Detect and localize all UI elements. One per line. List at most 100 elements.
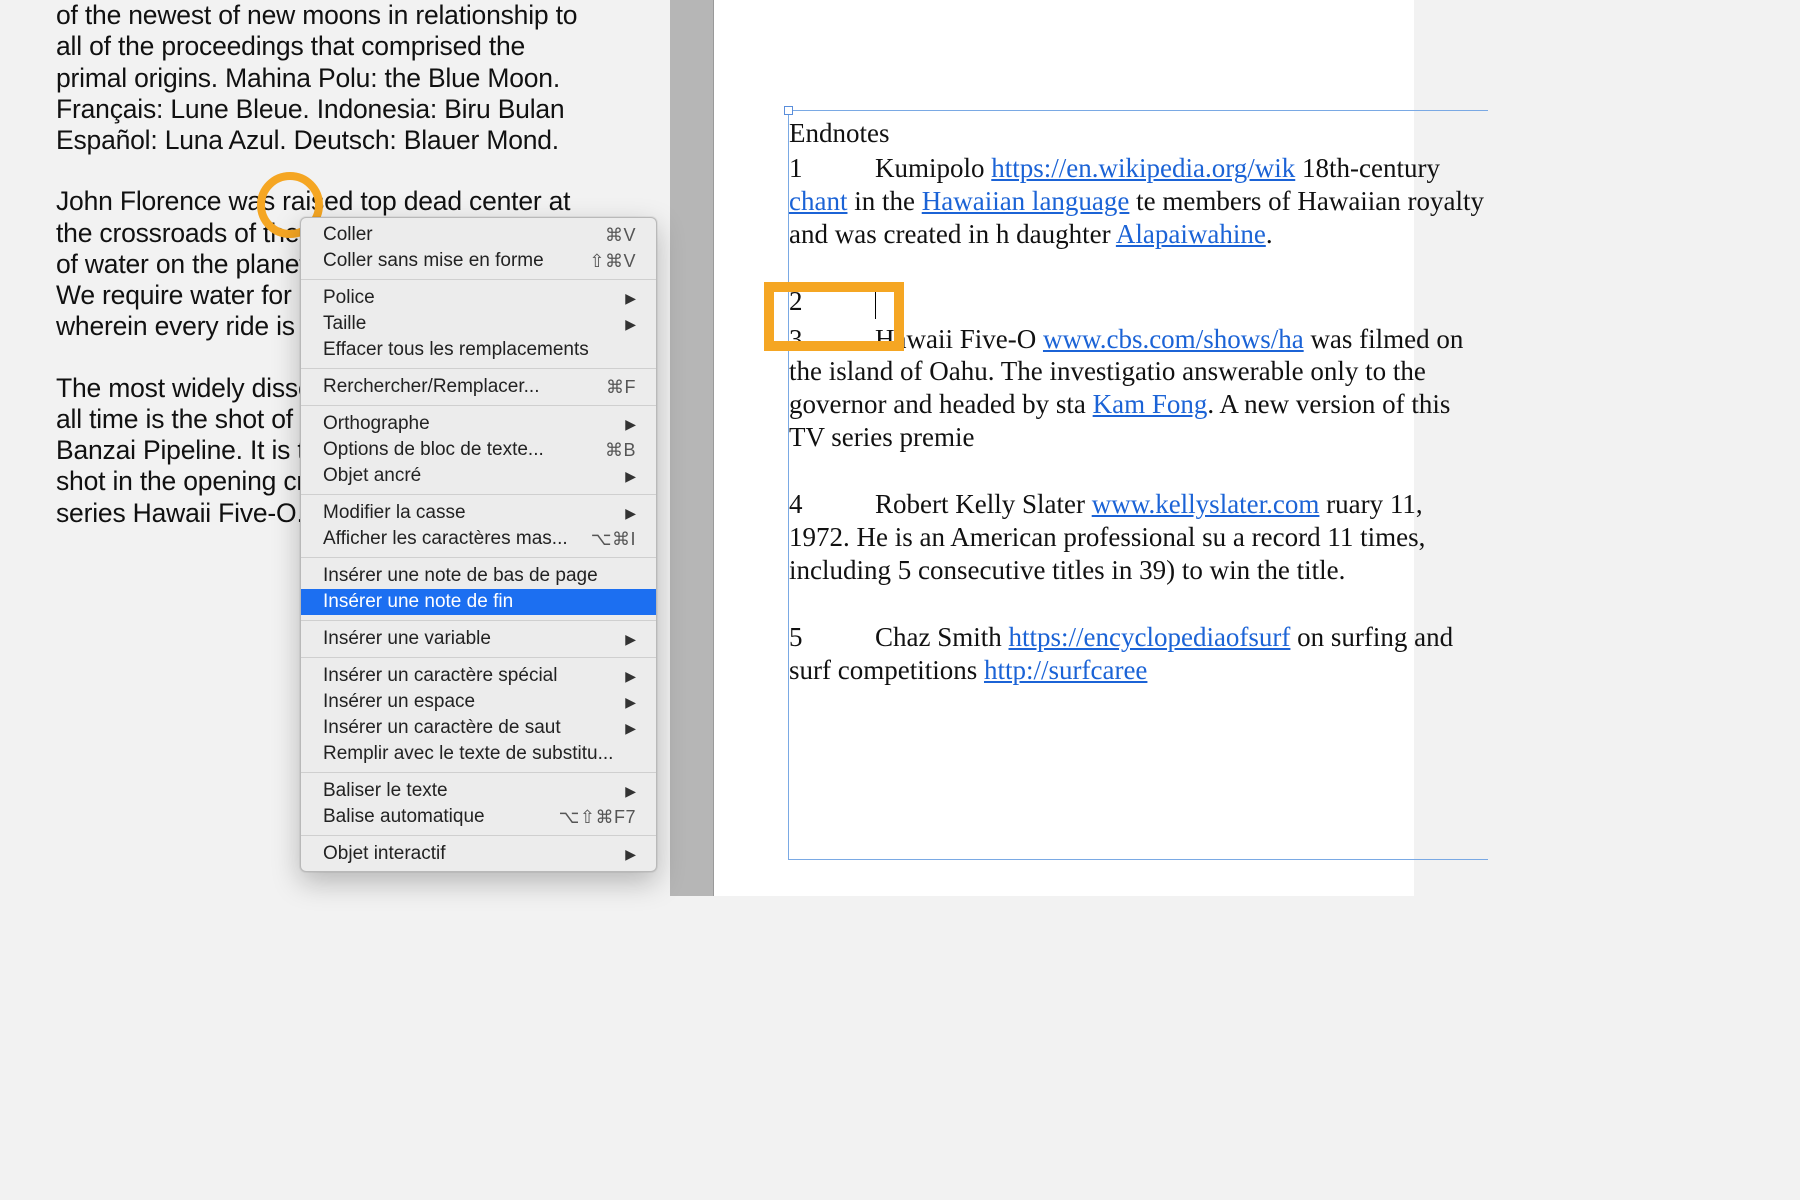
menu-item[interactable]: Balise automatique ⌥⇧⌘F7 [301,804,656,830]
endnote-link[interactable]: Kam Fong [1093,389,1208,419]
submenu-arrow-icon: ▶ [625,846,636,863]
menu-item-label: Afficher les caractères mas... [323,528,568,550]
menu-item-label: Coller [323,224,373,246]
endnote-number: 5 [789,621,875,654]
endnote-link[interactable]: https://en.wikipedia.org/wik [991,153,1295,183]
endnote-link[interactable]: http://surfcaree [984,655,1147,685]
endnote-number: 1 [789,152,875,185]
submenu-arrow-icon: ▶ [625,316,636,333]
text-caret [875,289,876,319]
endnote-number: 3 [789,323,875,356]
menu-item-label: Insérer un espace [323,691,475,713]
menu-item[interactable]: Police ▶ [301,285,656,311]
menu-shortcut: ⌘V [595,225,636,246]
menu-item[interactable]: Effacer tous les remplacements [301,337,656,363]
endnotes-title: Endnotes [789,117,1488,150]
frame-handle[interactable] [784,106,793,115]
submenu-arrow-icon: ▶ [625,783,636,800]
endnotes-text-frame[interactable]: Endnotes 1Kumipolo https://en.wikipedia.… [788,110,1488,860]
menu-item-label: Rerchercher/Remplacer... [323,376,539,398]
menu-item[interactable]: Insérer une variable ▶ [301,626,656,652]
menu-separator [301,772,656,773]
menu-shortcut: ⌘B [595,440,636,461]
menu-item[interactable]: Options de bloc de texte... ⌘B [301,437,656,463]
endnote-item: 4Robert Kelly Slater www.kellyslater.com… [789,488,1488,587]
menu-item-label: Police [323,287,375,309]
menu-shortcut: ⌥⇧⌘F7 [549,807,636,828]
menu-item-label: Remplir avec le texte de substitu... [323,743,613,765]
menu-shortcut: ⌥⌘I [581,529,636,550]
menu-separator [301,657,656,658]
menu-item-label: Objet ancré [323,465,421,487]
story-paragraph: of the newest of new moons in relationsh… [56,0,596,156]
menu-item[interactable]: Insérer un caractère de saut ▶ [301,715,656,741]
menu-shortcut: ⇧⌘V [579,251,636,272]
menu-item-label: Effacer tous les remplacements [323,339,589,361]
menu-item[interactable]: Insérer un caractère spécial ▶ [301,663,656,689]
submenu-arrow-icon: ▶ [625,668,636,685]
menu-item-label: Orthographe [323,413,430,435]
menu-item[interactable]: Afficher les caractères mas... ⌥⌘I [301,526,656,552]
endnote-item: 5Chaz Smith https://encyclopediaofsurf o… [789,621,1488,687]
menu-separator [301,279,656,280]
menu-item[interactable]: Objet ancré ▶ [301,463,656,489]
menu-separator [301,620,656,621]
menu-separator [301,557,656,558]
menu-item[interactable]: Objet interactif ▶ [301,841,656,867]
menu-item-label: Modifier la casse [323,502,466,524]
endnote-link[interactable]: chant [789,186,847,216]
menu-item-label: Insérer une note de fin [323,591,513,613]
document-page[interactable]: Endnotes 1Kumipolo https://en.wikipedia.… [714,0,1414,896]
menu-item-label: Taille [323,313,366,335]
menu-item-label: Objet interactif [323,843,446,865]
menu-separator [301,494,656,495]
endnote-item: 3Hawaii Five-O www.cbs.com/shows/ha was … [789,323,1488,455]
menu-item[interactable]: Taille ▶ [301,311,656,337]
menu-item-label: Baliser le texte [323,780,448,802]
endnote-link[interactable]: www.kellyslater.com [1092,489,1320,519]
endnote-link[interactable]: Hawaiian language [922,186,1130,216]
endnote-body: Chaz Smith https://encyclopediaofsurf on… [789,622,1453,685]
submenu-arrow-icon: ▶ [625,720,636,737]
context-menu[interactable]: Coller ⌘V Coller sans mise en forme ⇧⌘V Poli… [300,217,657,872]
menu-item[interactable]: Remplir avec le texte de substitu... [301,741,656,767]
endnote-link[interactable]: https://encyclopediaofsurf [1009,622,1291,652]
endnote-link[interactable]: Alapaiwahine [1116,219,1266,249]
menu-item-label: Insérer un caractère spécial [323,665,557,687]
submenu-arrow-icon: ▶ [625,694,636,711]
endnote-link[interactable]: www.cbs.com/shows/ha [1043,324,1304,354]
menu-separator [301,368,656,369]
endnote-number: 4 [789,488,875,521]
endnote-item: 2 [789,285,1488,319]
menu-shortcut: ⌘F [596,377,636,398]
menu-item[interactable]: Insérer un espace ▶ [301,689,656,715]
menu-item[interactable]: Coller sans mise en forme ⇧⌘V [301,248,656,274]
endnote-body: Hawaii Five-O www.cbs.com/shows/ha was f… [789,324,1463,453]
menu-item-label: Insérer un caractère de saut [323,717,561,739]
endnote-number: 2 [789,285,875,318]
submenu-arrow-icon: ▶ [625,631,636,648]
submenu-arrow-icon: ▶ [625,290,636,307]
menu-item-label: Coller sans mise en forme [323,250,544,272]
menu-item-label: Insérer une note de bas de page [323,565,598,587]
submenu-arrow-icon: ▶ [625,505,636,522]
endnote-body [875,286,876,316]
endnote-body: Robert Kelly Slater www.kellyslater.com … [789,489,1425,585]
menu-item-label: Balise automatique [323,806,485,828]
menu-item[interactable]: Coller ⌘V [301,222,656,248]
menu-item[interactable]: Baliser le texte ▶ [301,778,656,804]
endnotes: Endnotes 1Kumipolo https://en.wikipedia.… [789,117,1488,687]
menu-separator [301,405,656,406]
menu-item[interactable]: Orthographe ▶ [301,411,656,437]
menu-item[interactable]: Insérer une note de bas de page [301,563,656,589]
endnote-item: 1Kumipolo https://en.wikipedia.org/wik 1… [789,152,1488,251]
menu-item-label: Insérer une variable [323,628,491,650]
menu-separator [301,835,656,836]
menu-item[interactable]: Insérer une note de fin [301,589,656,615]
menu-item[interactable]: Rerchercher/Remplacer... ⌘F [301,374,656,400]
submenu-arrow-icon: ▶ [625,468,636,485]
pasteboard: Endnotes 1Kumipolo https://en.wikipedia.… [670,0,1345,896]
menu-item[interactable]: Modifier la casse ▶ [301,500,656,526]
menu-item-label: Options de bloc de texte... [323,439,544,461]
submenu-arrow-icon: ▶ [625,416,636,433]
